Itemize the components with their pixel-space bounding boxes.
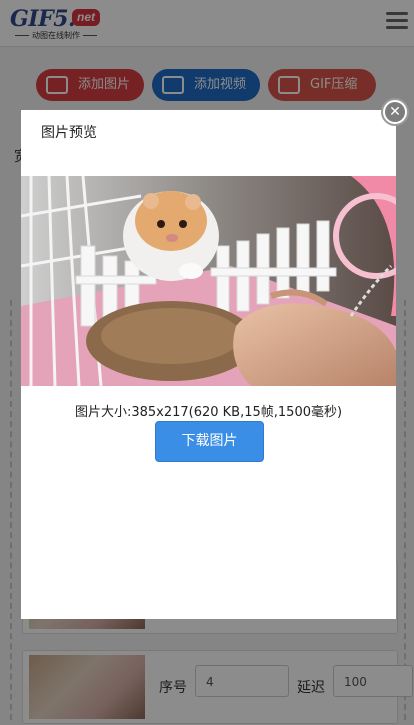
download-image-button[interactable]: 下载图片 xyxy=(155,421,264,462)
close-modal-button[interactable]: ✕ xyxy=(381,98,409,126)
image-size-info: 图片大小:385x217(620 KB,15帧,1500毫秒) xyxy=(74,405,343,420)
close-icon: ✕ xyxy=(385,102,405,122)
preview-image xyxy=(21,176,396,386)
modal-title: 图片预览 xyxy=(41,125,97,141)
image-preview-modal: 图片预览 图片大小:385x217(620 KB,15帧,1500毫秒) 下载图… xyxy=(21,110,396,619)
hamster-photo xyxy=(21,176,396,386)
